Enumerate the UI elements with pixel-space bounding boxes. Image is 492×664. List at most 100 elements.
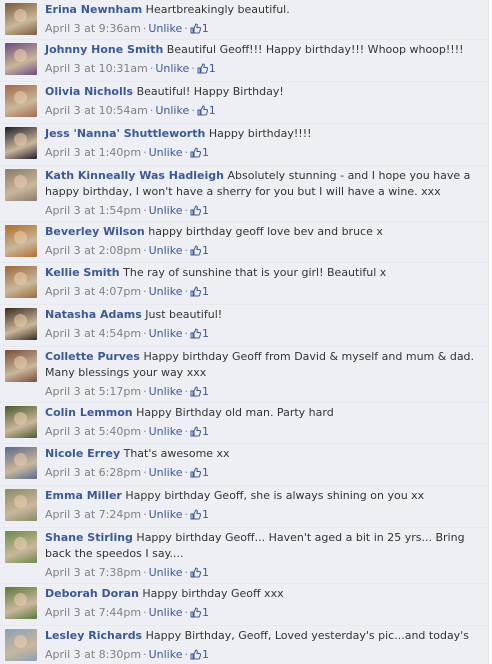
avatar[interactable] <box>5 85 37 117</box>
comment-body: Collette Purves Happy birthday Geoff fro… <box>45 349 484 381</box>
comment-timestamp[interactable]: April 3 at 4:07pm <box>45 285 141 298</box>
unlike-link[interactable]: Unlike <box>155 62 189 75</box>
thumbs-up-icon <box>190 147 202 162</box>
like-count[interactable]: 1 <box>190 425 209 438</box>
unlike-link[interactable]: Unlike <box>149 606 183 619</box>
comment-body: Olivia Nicholls Beautiful! Happy Birthda… <box>45 84 484 100</box>
avatar[interactable] <box>5 3 37 35</box>
like-count-number: 1 <box>201 146 209 159</box>
comment-timestamp[interactable]: April 3 at 6:28pm <box>45 466 141 479</box>
comment-timestamp[interactable]: April 3 at 2:08pm <box>45 244 141 257</box>
comment-meta: April 3 at 1:54pm · Unlike · 1 <box>45 204 209 220</box>
commenter-name-link[interactable]: Beverley Wilson <box>45 225 145 238</box>
comment-timestamp[interactable]: April 3 at 9:36am <box>45 22 141 35</box>
like-count[interactable]: 1 <box>197 62 216 75</box>
separator-dot: · <box>143 606 147 619</box>
avatar[interactable] <box>5 629 37 661</box>
comment-timestamp[interactable]: April 3 at 10:31am <box>45 62 148 75</box>
comment-timestamp[interactable]: April 3 at 7:44pm <box>45 606 141 619</box>
unlike-link[interactable]: Unlike <box>149 385 183 398</box>
avatar[interactable] <box>5 266 37 298</box>
like-count[interactable]: 1 <box>190 566 209 579</box>
like-count[interactable]: 1 <box>190 385 209 398</box>
separator-dot: · <box>184 566 188 579</box>
comment-meta: April 3 at 4:54pm · Unlike · 1 <box>45 327 209 343</box>
separator-dot: · <box>143 566 147 579</box>
separator-dot: · <box>184 466 188 479</box>
commenter-name-link[interactable]: Johnny Hone Smith <box>45 43 163 56</box>
like-count[interactable]: 1 <box>190 22 209 35</box>
comment-timestamp[interactable]: April 3 at 10:54am <box>45 104 148 117</box>
unlike-link[interactable]: Unlike <box>149 508 183 521</box>
commenter-name-link[interactable]: Jess 'Nanna' Shuttleworth <box>45 127 205 140</box>
like-count[interactable]: 1 <box>190 244 209 257</box>
avatar[interactable] <box>5 447 37 479</box>
unlike-link[interactable]: Unlike <box>149 146 183 159</box>
commenter-name-link[interactable]: Nicole Errey <box>45 447 120 460</box>
unlike-link[interactable]: Unlike <box>155 104 189 117</box>
comment-timestamp[interactable]: April 3 at 7:24pm <box>45 508 141 521</box>
comment-body: Shane Stirling Happy birthday Geoff... H… <box>45 530 484 562</box>
commenter-name-link[interactable]: Emma Miller <box>45 489 122 502</box>
avatar[interactable] <box>5 127 37 159</box>
unlike-link[interactable]: Unlike <box>148 22 182 35</box>
like-count[interactable]: 1 <box>190 508 209 521</box>
unlike-link[interactable]: Unlike <box>149 425 183 438</box>
like-count[interactable]: 1 <box>190 146 209 159</box>
separator-dot: · <box>184 425 188 438</box>
avatar[interactable] <box>5 225 37 257</box>
thumbs-up-icon <box>197 105 208 120</box>
like-count[interactable]: 1 <box>190 285 209 298</box>
commenter-name-link[interactable]: Deborah Doran <box>45 587 139 600</box>
comment-timestamp[interactable]: April 3 at 5:17pm <box>45 385 141 398</box>
comment-body: Nicole Errey That's awesome xx <box>45 446 484 462</box>
comment-timestamp[interactable]: April 3 at 4:54pm <box>45 327 141 340</box>
avatar[interactable] <box>5 587 37 619</box>
comment-timestamp[interactable]: April 3 at 1:40pm <box>45 146 141 159</box>
like-count-number: 1 <box>201 425 209 438</box>
avatar[interactable] <box>5 350 37 382</box>
commenter-name-link[interactable]: Natasha Adams <box>45 308 142 321</box>
commenter-name-link[interactable]: Kath Kinneally Was Hadleigh <box>45 169 224 182</box>
like-count[interactable]: 1 <box>190 466 209 479</box>
comment-text: Just beautiful! <box>145 308 223 321</box>
unlike-link[interactable]: Unlike <box>149 327 183 340</box>
thumbs-up-icon <box>190 286 202 301</box>
avatar[interactable] <box>5 406 37 438</box>
comment-timestamp[interactable]: April 3 at 7:38pm <box>45 566 141 579</box>
avatar[interactable] <box>5 489 37 521</box>
commenter-name-link[interactable]: Collette Purves <box>45 350 140 363</box>
avatar[interactable] <box>5 308 37 340</box>
commenter-name-link[interactable]: Shane Stirling <box>45 531 133 544</box>
like-count[interactable]: 1 <box>197 104 216 117</box>
comment-item: Shane Stirling Happy birthday Geoff... H… <box>0 527 488 583</box>
unlike-link[interactable]: Unlike <box>149 566 183 579</box>
commenter-name-link[interactable]: Olivia Nicholls <box>45 85 133 98</box>
comment-timestamp[interactable]: April 3 at 8:30pm <box>45 648 141 661</box>
comment-item: Nicole Errey That's awesome xx April 3 at… <box>0 443 488 485</box>
comment-meta: April 3 at 7:24pm · Unlike · 1 <box>45 508 209 524</box>
commenter-name-link[interactable]: Erina Newnham <box>45 3 142 16</box>
comment-timestamp[interactable]: April 3 at 1:54pm <box>45 204 141 217</box>
like-count[interactable]: 1 <box>190 648 209 661</box>
like-count[interactable]: 1 <box>190 204 209 217</box>
unlike-link[interactable]: Unlike <box>149 244 183 257</box>
thumbs-up-icon <box>190 467 202 482</box>
commenter-name-link[interactable]: Kellie Smith <box>45 266 120 279</box>
unlike-link[interactable]: Unlike <box>149 285 183 298</box>
comment-text: That's awesome xx <box>123 447 230 460</box>
like-count[interactable]: 1 <box>190 327 209 340</box>
like-count-number: 1 <box>201 244 209 257</box>
unlike-link[interactable]: Unlike <box>149 648 183 661</box>
commenter-name-link[interactable]: Lesley Richards <box>45 629 142 642</box>
unlike-link[interactable]: Unlike <box>149 466 183 479</box>
comment-item: Johnny Hone Smith Beautiful Geoff!!! Hap… <box>0 39 488 81</box>
comment-timestamp[interactable]: April 3 at 5:40pm <box>45 425 141 438</box>
avatar[interactable] <box>5 169 37 201</box>
commenter-name-link[interactable]: Colin Lemmon <box>45 406 133 419</box>
avatar[interactable] <box>5 531 37 563</box>
unlike-link[interactable]: Unlike <box>149 204 183 217</box>
like-count[interactable]: 1 <box>190 606 209 619</box>
comment-meta: April 3 at 6:28pm · Unlike · 1 <box>45 466 209 482</box>
avatar[interactable] <box>5 43 37 75</box>
